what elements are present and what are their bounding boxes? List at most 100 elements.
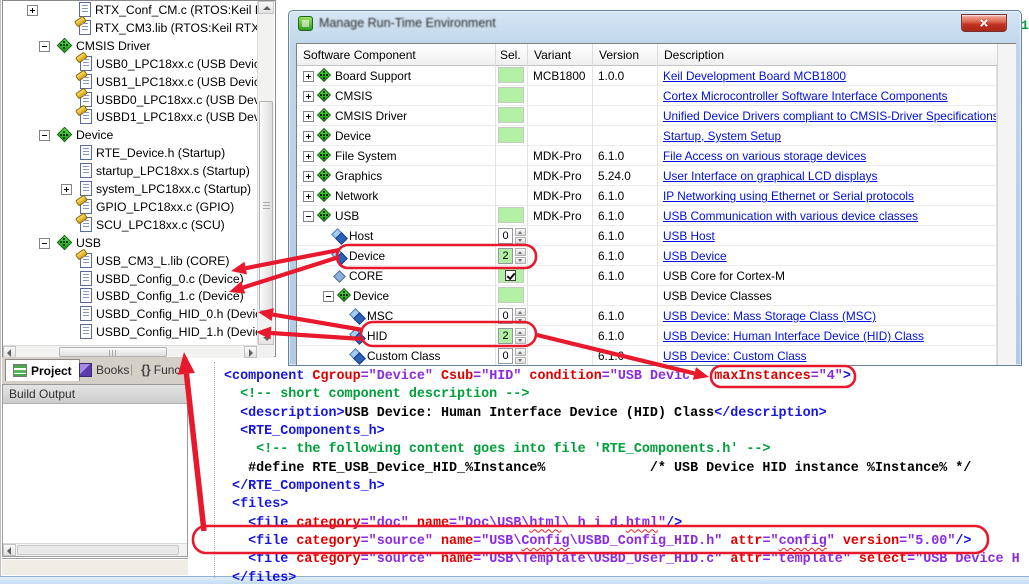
- component-row[interactable]: HID26.1.0USB Device: Human Interface Dev…: [297, 326, 1015, 346]
- build-output-scroll-thumb[interactable]: [17, 545, 179, 555]
- spin-up-button[interactable]: [515, 308, 526, 316]
- instance-count[interactable]: 0: [498, 348, 513, 364]
- component-description-link[interactable]: USB Host: [663, 229, 715, 243]
- tree-item[interactable]: Device: [5, 126, 257, 144]
- tree-hscroll-thumb[interactable]: [59, 347, 167, 357]
- spin-down-button[interactable]: [515, 357, 526, 365]
- component-description-link[interactable]: USB Device: [663, 249, 727, 263]
- tree-item[interactable]: USBD_Config_1.c (Device): [5, 287, 257, 305]
- instance-count[interactable]: 0: [498, 228, 513, 244]
- component-description-link[interactable]: USB Device: Custom Class: [663, 349, 807, 363]
- expander-icon[interactable]: [303, 131, 314, 142]
- dialog-icon: [298, 16, 313, 31]
- component-row[interactable]: DeviceStartup, System Setup: [297, 126, 1015, 146]
- spin-down-button[interactable]: [515, 337, 526, 345]
- scroll-down-button[interactable]: [258, 332, 274, 345]
- scroll-up-button[interactable]: [258, 1, 274, 14]
- build-output-scrollbar[interactable]: [3, 543, 187, 556]
- tab-project[interactable]: Project: [5, 359, 80, 381]
- component-row[interactable]: NetworkMDK-Pro6.1.0IP Networking using E…: [297, 186, 1015, 206]
- tree-item[interactable]: USB0_LPC18xx.c (USB Device:U: [5, 55, 257, 73]
- close-button[interactable]: [961, 14, 1007, 32]
- component-description-link[interactable]: USB Communication with various device cl…: [663, 209, 918, 223]
- component-row[interactable]: GraphicsMDK-Pro5.24.0User Interface on g…: [297, 166, 1015, 186]
- tree-item[interactable]: SCU_LPC18xx.c (SCU): [5, 216, 257, 234]
- expander-icon[interactable]: [303, 151, 314, 162]
- tree-item[interactable]: USBD0_LPC18xx.c (USB Device:: [5, 91, 257, 109]
- spin-down-button[interactable]: [515, 317, 526, 325]
- tree-item[interactable]: RTX_Conf_CM.c (RTOS:Keil RT: [5, 1, 257, 19]
- scroll-left-button[interactable]: [3, 544, 16, 556]
- spin-up-button[interactable]: [515, 248, 526, 256]
- build-output-content[interactable]: [3, 404, 187, 543]
- name-cell: USB: [297, 206, 496, 226]
- component-description-link[interactable]: File Access on various storage devices: [663, 149, 866, 163]
- component-description-link[interactable]: Unified Device Drivers compliant to CMSI…: [663, 109, 997, 123]
- spin-down-button[interactable]: [515, 237, 526, 245]
- tree-item[interactable]: USB1_LPC18xx.c (USB Device:U: [5, 73, 257, 91]
- component-description-link[interactable]: Startup, System Setup: [663, 129, 781, 143]
- tree-item[interactable]: system_LPC18xx.c (Startup): [5, 180, 257, 198]
- group-diamond-icon: [317, 129, 331, 143]
- spin-up-button[interactable]: [515, 228, 526, 236]
- spin-up-button[interactable]: [515, 348, 526, 356]
- tree-item[interactable]: USBD_Config_HID_0.h (Device:: [5, 305, 257, 323]
- spin-down-button[interactable]: [515, 257, 526, 265]
- expander-icon[interactable]: [303, 111, 314, 122]
- component-description-link[interactable]: IP Networking using Ethernet or Serial p…: [663, 189, 914, 203]
- component-description-link[interactable]: User Interface on graphical LCD displays: [663, 169, 877, 183]
- tree-item[interactable]: USB: [5, 234, 257, 252]
- expander-icon[interactable]: [27, 5, 38, 16]
- expander-icon[interactable]: [303, 71, 314, 82]
- tree-item[interactable]: RTX_CM3.lib (RTOS:Keil RTX): [5, 19, 257, 37]
- scroll-right-button[interactable]: [244, 346, 257, 358]
- tree-item[interactable]: USBD_Config_0.c (Device): [5, 270, 257, 288]
- tree-item[interactable]: RTE_Device.h (Startup): [5, 144, 257, 162]
- component-row[interactable]: MSC06.1.0USB Device: Mass Storage Class …: [297, 306, 1015, 326]
- expander-icon[interactable]: [303, 211, 314, 222]
- tree-vertical-scrollbar[interactable]: [257, 1, 274, 345]
- expander-icon[interactable]: [323, 291, 334, 302]
- component-row[interactable]: CORE6.1.0USB Core for Cortex-M: [297, 266, 1015, 286]
- expander-icon[interactable]: [303, 191, 314, 202]
- spin-up-button[interactable]: [515, 328, 526, 336]
- component-row[interactable]: DeviceUSB Device Classes: [297, 286, 1015, 306]
- component-row[interactable]: Custom Class06.1.0USB Device: Custom Cla…: [297, 346, 1015, 366]
- component-row[interactable]: File SystemMDK-Pro6.1.0File Access on va…: [297, 146, 1015, 166]
- expander-icon[interactable]: [303, 91, 314, 102]
- instance-count[interactable]: 2: [498, 248, 513, 264]
- tree-item[interactable]: GPIO_LPC18xx.c (GPIO): [5, 198, 257, 216]
- expander-icon[interactable]: [39, 130, 50, 141]
- component-row[interactable]: Board SupportMCB18001.0.0Keil Developmen…: [297, 66, 1015, 86]
- column-header-sel[interactable]: Sel.: [496, 44, 528, 66]
- column-header-variant[interactable]: Variant: [528, 44, 593, 66]
- expander-icon[interactable]: [39, 41, 50, 52]
- tree-item[interactable]: USB_CM3_L.lib (CORE): [5, 252, 257, 270]
- component-row[interactable]: USBMDK-Pro6.1.0USB Communication with va…: [297, 206, 1015, 226]
- expander-icon[interactable]: [303, 171, 314, 182]
- tab-functions[interactable]: {} Funct: [134, 359, 188, 381]
- component-description-link[interactable]: Cortex Microcontroller Software Interfac…: [663, 89, 948, 103]
- component-description-link[interactable]: USB Device: Human Interface Device (HID)…: [663, 329, 924, 343]
- component-row[interactable]: Host06.1.0USB Host: [297, 226, 1015, 246]
- component-row[interactable]: CMSIS DriverUnified Device Drivers compl…: [297, 106, 1015, 126]
- tree-item[interactable]: startup_LPC18xx.s (Startup): [5, 162, 257, 180]
- column-header-description[interactable]: Description: [658, 44, 997, 66]
- instance-count[interactable]: 2: [498, 328, 513, 344]
- column-header-software-component[interactable]: Software Component: [297, 44, 496, 66]
- component-description-link[interactable]: Keil Development Board MCB1800: [663, 69, 846, 83]
- instance-count[interactable]: 0: [498, 308, 513, 324]
- component-description-link[interactable]: USB Device: Mass Storage Class (MSC): [663, 309, 876, 323]
- core-icon: [333, 269, 347, 283]
- expander-icon[interactable]: [39, 238, 50, 249]
- tree-item[interactable]: USBD_Config_HID_1.h (Device:: [5, 323, 257, 341]
- component-row[interactable]: CMSISCortex Microcontroller Software Int…: [297, 86, 1015, 106]
- column-header-version[interactable]: Version: [593, 44, 658, 66]
- tree-vscroll-thumb[interactable]: [259, 101, 273, 311]
- expander-icon[interactable]: [61, 184, 72, 195]
- component-row[interactable]: Device26.1.0USB Device: [297, 246, 1015, 266]
- tab-books[interactable]: Books: [72, 359, 136, 381]
- core-checkbox[interactable]: [505, 270, 516, 281]
- tree-item[interactable]: CMSIS Driver: [5, 37, 257, 55]
- tree-item[interactable]: USBD1_LPC18xx.c (USB Device:: [5, 108, 257, 126]
